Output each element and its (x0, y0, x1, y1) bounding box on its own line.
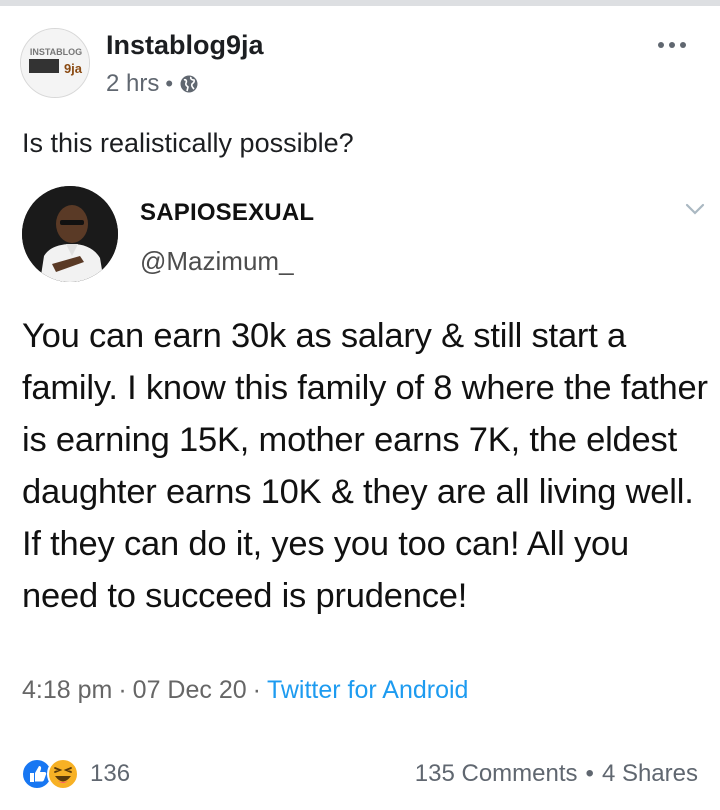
post-header: INSTABLOG 9ja Instablog9ja 2 hrs • (0, 6, 720, 116)
reaction-count[interactable]: 136 (90, 760, 130, 788)
logo-text-9ja: 9ja (64, 61, 83, 76)
embedded-tweet: SAPIOSEXUAL @Mazimum_ You can earn 30k a… (0, 176, 720, 716)
tweet-time: 4:18 pm (22, 676, 113, 704)
page-avatar[interactable]: INSTABLOG 9ja (20, 28, 90, 98)
reaction-icons[interactable] (20, 756, 84, 792)
tweet-display-name[interactable]: SAPIOSEXUAL (140, 199, 314, 227)
post-time[interactable]: 2 hrs (106, 70, 159, 98)
page-name[interactable]: Instablog9ja (106, 30, 264, 61)
more-options-icon[interactable] (652, 30, 692, 60)
haha-icon (47, 758, 79, 790)
tweet-source-link[interactable]: Twitter for Android (267, 676, 468, 705)
engagement-stats: 135 Comments • 4 Shares (415, 760, 698, 788)
instablog-logo: INSTABLOG 9ja (21, 29, 89, 97)
globe-icon (180, 75, 198, 93)
footer-separator: · (252, 676, 261, 704)
tweet-avatar[interactable] (22, 186, 118, 282)
profile-photo (22, 186, 118, 282)
tweet-footer: 4:18 pm · 07 Dec 20 · Twitter for Androi… (22, 676, 468, 705)
tweet-handle[interactable]: @Mazimum_ (140, 246, 294, 277)
logo-text: INSTABLOG (30, 47, 82, 57)
tweet-body: You can earn 30k as salary & still start… (22, 317, 708, 615)
stats-separator: • (585, 760, 594, 787)
post-meta: 2 hrs • (106, 70, 199, 98)
shares-count[interactable]: 4 Shares (602, 760, 698, 788)
comments-count[interactable]: 135 Comments (415, 760, 578, 788)
chevron-down-icon[interactable] (684, 202, 706, 216)
tweet-date: 07 Dec 20 (132, 676, 247, 704)
post-caption: Is this realistically possible? (22, 128, 354, 158)
meta-separator: • (165, 71, 174, 96)
footer-separator: · (118, 676, 127, 704)
reactions-bar: 136 135 Comments • 4 Shares (0, 752, 720, 796)
